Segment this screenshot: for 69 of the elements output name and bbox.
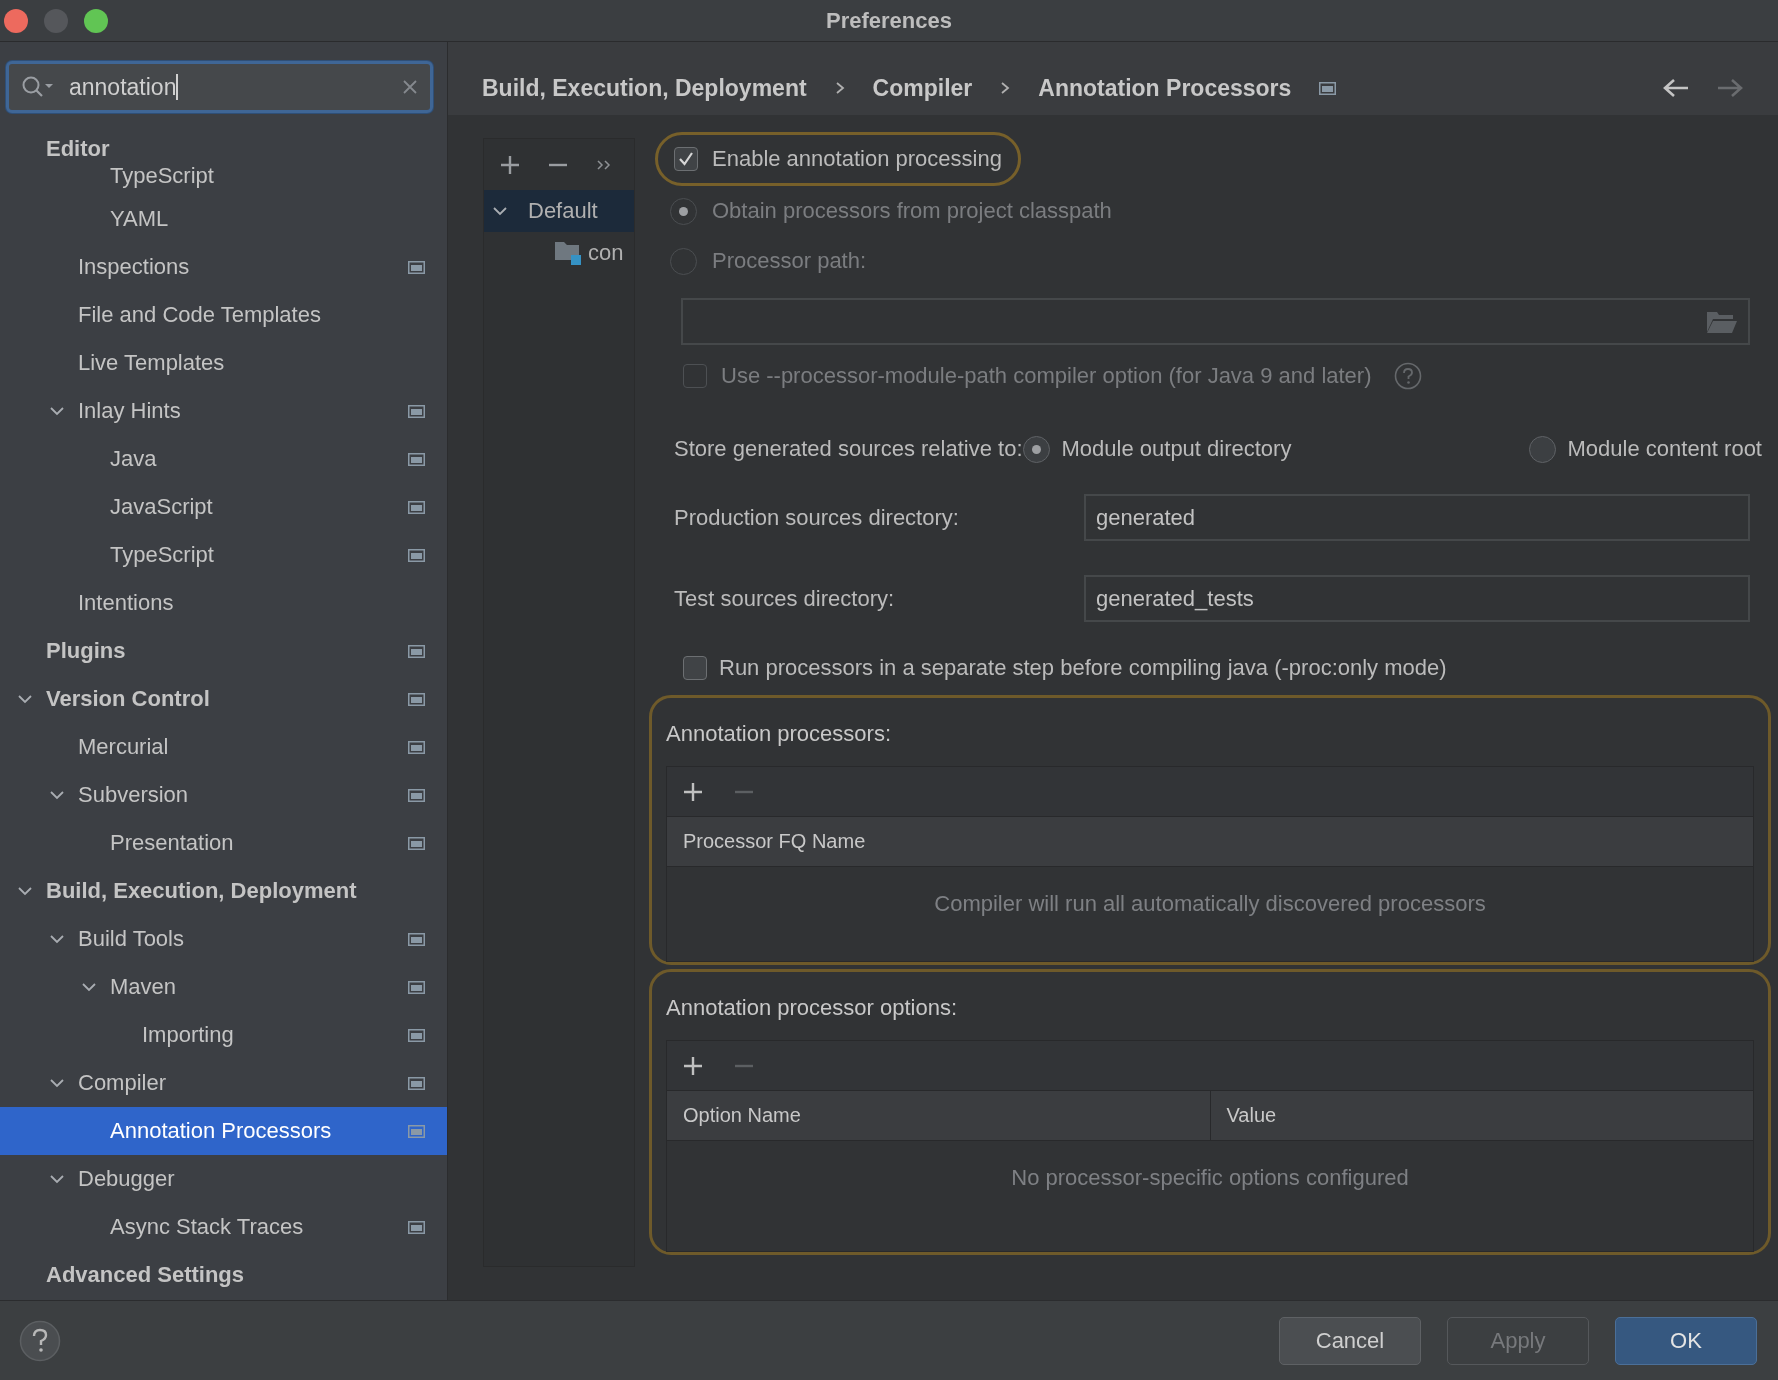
checkbox[interactable] — [674, 147, 698, 171]
add-icon[interactable] — [683, 1055, 703, 1076]
radio-button[interactable] — [1528, 435, 1556, 463]
dialog-button[interactable]: OK — [1615, 1316, 1757, 1365]
profile-item[interactable]: Default — [484, 190, 634, 232]
zoom-button[interactable] — [84, 9, 108, 33]
remove-icon[interactable] — [548, 162, 568, 167]
profile-item[interactable]: con — [484, 232, 634, 274]
sidebar-item[interactable]: Inlay Hints — [0, 387, 447, 435]
search-icon[interactable] — [21, 75, 55, 99]
sidebar-item[interactable]: Java — [0, 435, 447, 483]
close-button[interactable] — [4, 9, 28, 33]
radio-label[interactable]: Module content root — [1567, 436, 1762, 462]
sidebar-item[interactable]: Live Templates — [0, 339, 447, 387]
sidebar-item[interactable]: Debugger — [0, 1155, 447, 1203]
sidebar-item[interactable]: Build Tools — [0, 915, 447, 963]
add-icon[interactable] — [683, 781, 703, 802]
form-label: Production sources directory: — [674, 504, 960, 531]
sidebar-item[interactable]: JavaScript — [0, 483, 447, 531]
chevron-icon — [834, 81, 845, 95]
sidebar-item[interactable]: Inspections — [0, 243, 447, 291]
sidebar-item[interactable]: Presentation — [0, 819, 447, 867]
dialog-button[interactable]: Cancel — [1279, 1316, 1421, 1365]
form-label: Test sources directory: — [674, 585, 896, 612]
help-icon[interactable] — [19, 1319, 61, 1362]
sidebar-item[interactable]: Build, Execution, Deployment — [0, 867, 447, 915]
clear-icon[interactable] — [402, 79, 418, 95]
breadcrumb-item[interactable]: Compiler — [872, 74, 973, 102]
back-arrow-icon[interactable] — [1662, 77, 1690, 99]
search-field[interactable]: annotation — [6, 61, 433, 113]
sidebar-item[interactable]: Maven — [0, 963, 447, 1011]
sidebar-item[interactable]: Mercurial — [0, 723, 447, 771]
column-header[interactable]: Option Name — [667, 1091, 1210, 1140]
group-title: Annotation processor options: — [666, 994, 959, 1022]
add-icon[interactable] — [500, 154, 520, 175]
form-label: Store generated sources relative to: — [674, 436, 1023, 462]
sidebar-item[interactable]: Subversion — [0, 771, 447, 819]
column-header[interactable]: Value — [1209, 1091, 1753, 1140]
breadcrumb-item[interactable]: Annotation Processors — [1038, 74, 1292, 102]
empty-table-message: Compiler will run all automatically discovered processors — [934, 891, 1486, 918]
sidebar-item[interactable]: Version Control — [0, 675, 447, 723]
sidebar-item[interactable]: TypeScript — [0, 161, 447, 195]
sidebar-item[interactable]: Compiler — [0, 1059, 447, 1107]
sidebar-item[interactable]: Plugins — [0, 627, 447, 675]
sidebar-item[interactable]: YAML — [0, 195, 447, 243]
sidebar-item[interactable]: Async Stack Traces — [0, 1203, 447, 1251]
checkmark-icon — [677, 150, 695, 168]
radio-label[interactable]: Module output directory — [1061, 436, 1292, 462]
empty-table-message: No processor-specific options configured — [1011, 1165, 1409, 1192]
more-icon[interactable] — [596, 157, 612, 172]
sidebar-item[interactable]: Importing — [0, 1011, 447, 1059]
radio-button[interactable] — [1022, 435, 1050, 463]
breadcrumb-item[interactable]: Build, Execution, Deployment — [482, 74, 807, 102]
sidebar-item[interactable]: Advanced Settings — [0, 1251, 447, 1299]
text-field[interactable]: generated_tests — [1084, 575, 1750, 622]
chevron-icon — [1000, 81, 1011, 95]
folder-icon — [554, 240, 582, 266]
sidebar-item[interactable]: Annotation Processors — [0, 1107, 447, 1155]
checkbox-label[interactable]: Run processors in a separate step before compiling java (-proc:only mode) — [719, 655, 1447, 681]
column-header[interactable]: Processor FQ Name — [667, 817, 1753, 866]
window-title: Preferences — [826, 8, 952, 34]
text-field[interactable]: generated — [1084, 494, 1750, 541]
path-field[interactable] — [681, 298, 1750, 345]
checkbox-label[interactable]: Enable annotation processing — [712, 146, 1002, 172]
sidebar-item[interactable]: File and Code Templates — [0, 291, 447, 339]
sidebar-item[interactable]: Intentions — [0, 579, 447, 627]
group-title: Annotation processors: — [666, 720, 893, 748]
sidebar-item[interactable]: TypeScript — [0, 531, 447, 579]
checkbox[interactable] — [683, 656, 707, 680]
